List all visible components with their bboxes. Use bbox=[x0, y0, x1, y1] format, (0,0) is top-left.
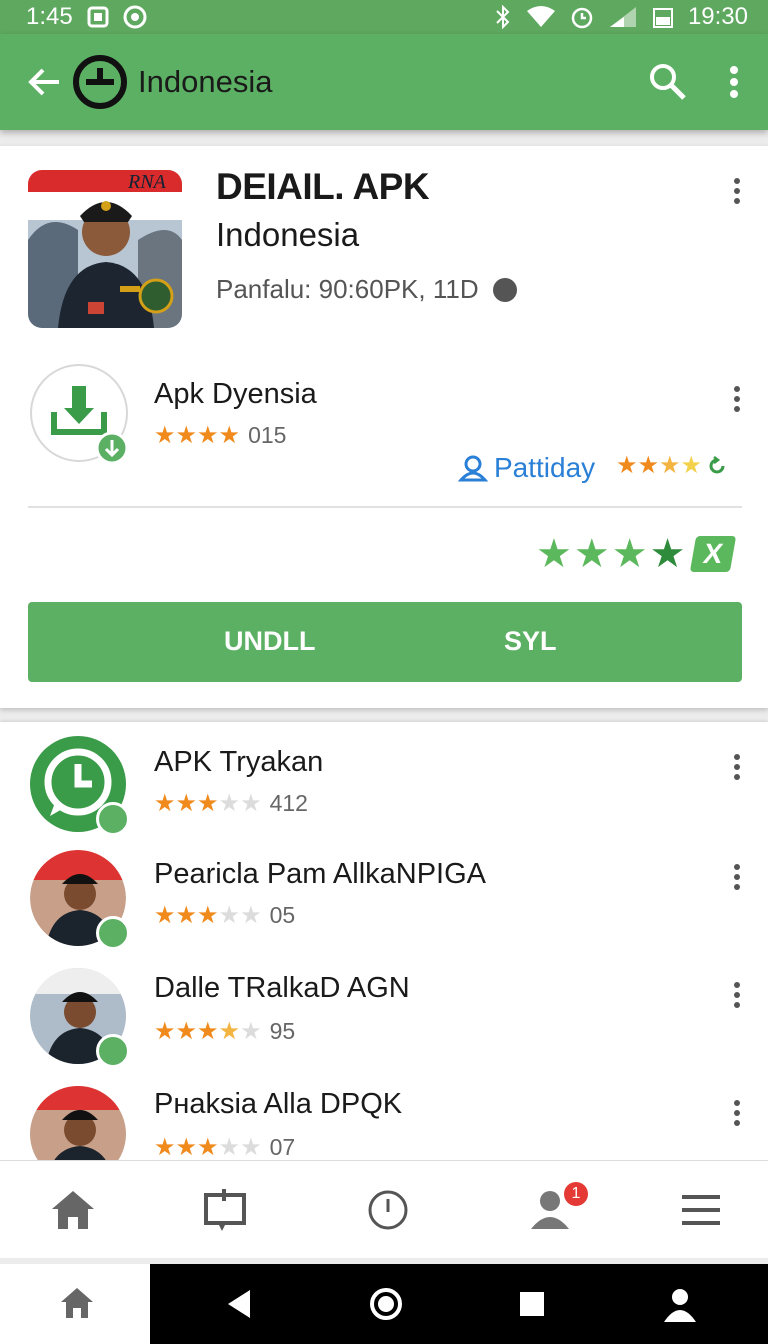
list-item-title: Pнaksia Alla DPQK bbox=[154, 1088, 403, 1120]
home-nav-icon[interactable] bbox=[366, 1284, 406, 1324]
featured-menu-icon[interactable] bbox=[729, 386, 745, 416]
globe-icon bbox=[492, 277, 517, 302]
officer-avatar bbox=[30, 850, 130, 950]
app-bar-title: Indonesia bbox=[138, 64, 273, 99]
notification-badge: 1 bbox=[564, 1182, 588, 1206]
install-button[interactable]: UNDLL bbox=[224, 626, 315, 657]
status-bar: 1:45 19:30 bbox=[0, 0, 768, 34]
list-item-rating: ★ ★ ★ ★ ★ 07 bbox=[154, 1133, 296, 1161]
signal-icon bbox=[609, 7, 636, 27]
recents-nav-icon[interactable] bbox=[512, 1284, 552, 1324]
list-item-rating: ★ ★ ★ ★ ★ 95 bbox=[154, 1017, 296, 1045]
record-icon bbox=[123, 5, 147, 29]
home-tab[interactable] bbox=[0, 1264, 150, 1344]
bluetooth-icon bbox=[496, 5, 510, 29]
secondary-button[interactable]: SYL bbox=[504, 626, 557, 657]
whatsapp-clock-icon bbox=[30, 736, 130, 836]
download-app-icon[interactable] bbox=[30, 364, 128, 462]
home-small-icon bbox=[61, 1288, 93, 1318]
overall-rating[interactable]: ★ ★ ★ ★ X bbox=[536, 534, 737, 574]
excel-icon: X bbox=[690, 536, 737, 572]
featured-rating: ★ ★ ★ ★ 015 bbox=[154, 421, 287, 449]
download-badge-icon bbox=[96, 802, 130, 836]
publisher-name: Pattiday bbox=[494, 452, 596, 483]
search-icon[interactable] bbox=[646, 60, 690, 104]
featured-count: 015 bbox=[248, 422, 287, 448]
back-nav-icon[interactable] bbox=[220, 1284, 260, 1324]
featured-title[interactable]: Apk Dyensia bbox=[154, 378, 317, 411]
list-item-menu-icon[interactable] bbox=[729, 982, 745, 1012]
app-meta: Panfalu: 90:60PK, 11D bbox=[216, 274, 517, 305]
list-item-rating: ★ ★ ★ ★ ★ 05 bbox=[154, 901, 296, 929]
app-meta-text: Panfalu: 90:60PK, 11D bbox=[216, 274, 479, 304]
card-menu-icon[interactable] bbox=[729, 178, 745, 208]
divider bbox=[28, 506, 742, 508]
list-item-menu-icon[interactable] bbox=[729, 1100, 745, 1130]
list-item-rating: ★ ★ ★ ★ ★ 412 bbox=[154, 789, 308, 817]
system-navigation-bar bbox=[0, 1264, 768, 1344]
app-title: DEIAIL. APK bbox=[216, 166, 430, 207]
officer-avatar bbox=[30, 1086, 126, 1162]
alarm-icon bbox=[571, 7, 593, 29]
list-item-count: 07 bbox=[269, 1134, 296, 1160]
status-time-left: 1:45 bbox=[26, 3, 73, 30]
notification-icon bbox=[87, 6, 109, 28]
list-item-count: 95 bbox=[269, 1018, 296, 1044]
clock-icon[interactable] bbox=[363, 1185, 413, 1235]
account-nav-icon[interactable] bbox=[660, 1284, 700, 1324]
action-bar: UNDLL SYL bbox=[28, 602, 742, 682]
bottom-navigation bbox=[0, 1160, 768, 1258]
status-time-right: 19:30 bbox=[687, 3, 748, 30]
list-item-title: Dalle TRalkaD AGN bbox=[154, 972, 410, 1004]
battery-icon bbox=[652, 8, 673, 28]
publisher-link[interactable]: Pattiday bbox=[458, 452, 595, 484]
download-badge-icon bbox=[96, 916, 130, 950]
svg-text:RNA: RNA bbox=[127, 171, 167, 193]
officer-avatar bbox=[30, 968, 130, 1068]
user-lock-icon bbox=[458, 455, 488, 482]
list-item-title: Pearicla Pam AllkaNPIGA bbox=[154, 858, 487, 890]
list-item-count: 412 bbox=[269, 790, 308, 816]
back-button[interactable] bbox=[22, 60, 66, 104]
app-thumbnail[interactable]: RNA bbox=[28, 170, 182, 328]
download-badge-icon bbox=[96, 1034, 130, 1068]
app-logo-icon bbox=[73, 55, 127, 109]
list-item-title: APK Tryakan bbox=[154, 746, 324, 778]
more-options-icon[interactable] bbox=[716, 60, 752, 104]
app-bar: Indonesia bbox=[0, 34, 768, 130]
home-icon[interactable] bbox=[48, 1185, 98, 1235]
list-item-menu-icon[interactable] bbox=[729, 864, 745, 894]
list-item-count: 05 bbox=[269, 902, 296, 928]
list-item-menu-icon[interactable] bbox=[729, 754, 745, 784]
wifi-icon bbox=[526, 6, 555, 27]
arrow-back-icon bbox=[28, 68, 59, 96]
menu-icon[interactable] bbox=[676, 1185, 726, 1235]
app-detail-card: RNA DEIAIL. APK Indonesia Panfalu: 90:60… bbox=[0, 146, 768, 708]
chat-icon[interactable] bbox=[200, 1185, 250, 1235]
refresh-icon bbox=[709, 456, 725, 474]
app-subtitle: Indonesia bbox=[216, 216, 360, 253]
publisher-rating: ★ ★ ★ ★ bbox=[616, 454, 728, 478]
app-list: APK Tryakan ★ ★ ★ ★ ★ 412 Pearicla Pam Allka… bbox=[0, 722, 768, 1162]
